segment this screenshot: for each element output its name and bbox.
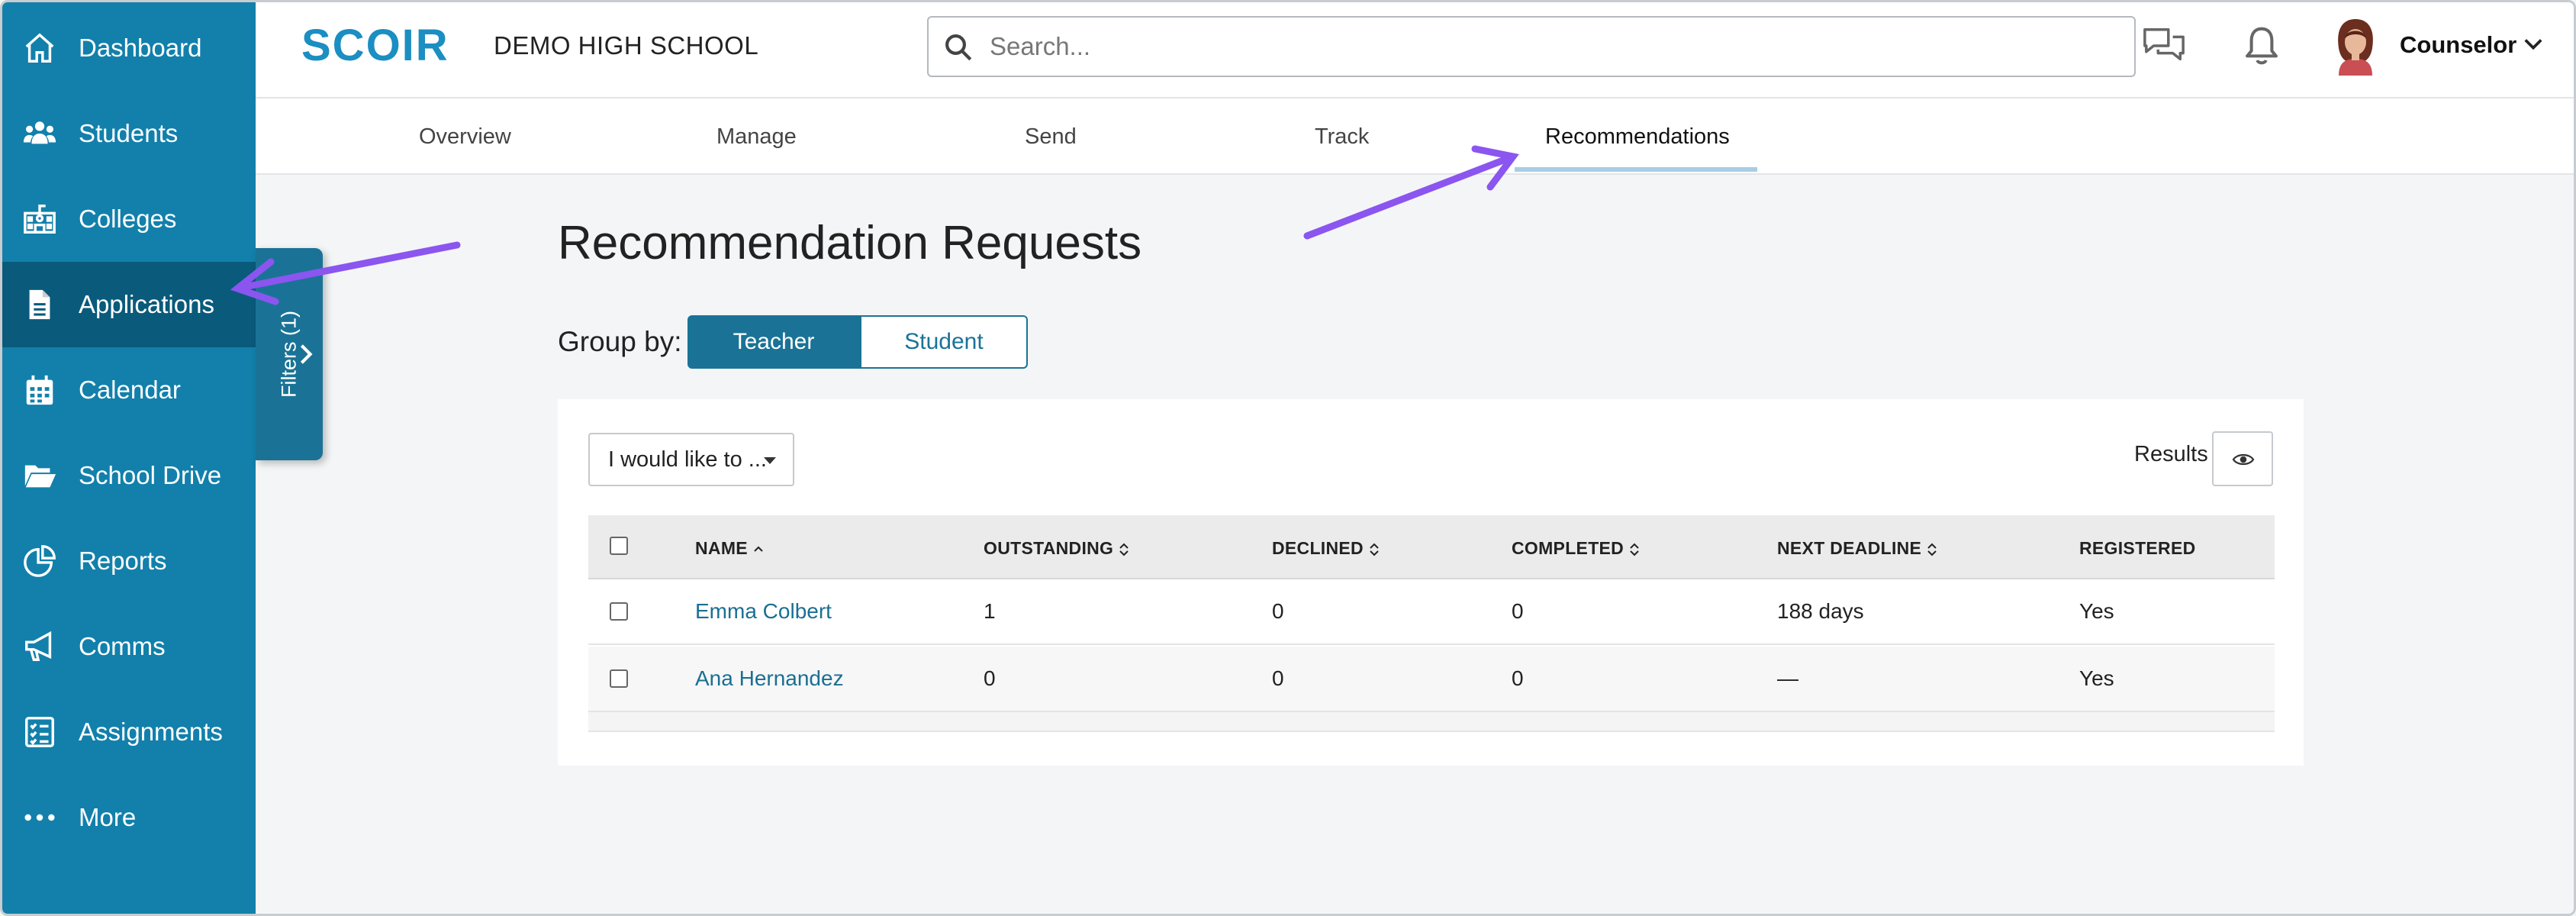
sidebar-item-school-drive[interactable]: School Drive xyxy=(2,433,256,518)
user-menu-label[interactable]: Counselor xyxy=(2400,31,2516,59)
sort-icon xyxy=(1630,543,1639,556)
tab-send[interactable]: Send xyxy=(1025,124,1077,150)
teacher-name-link[interactable]: Ana Hernandez xyxy=(695,666,844,691)
declined-value: 0 xyxy=(1272,666,1284,690)
page-title: Recommendation Requests xyxy=(558,217,1142,269)
table-row: Emma Colbert 1 0 0 188 days Yes xyxy=(588,579,2275,645)
tab-overview[interactable]: Overview xyxy=(419,124,511,150)
outstanding-value: 1 xyxy=(984,599,996,623)
avatar[interactable] xyxy=(2328,18,2383,76)
megaphone-icon xyxy=(22,629,57,664)
pie-chart-icon xyxy=(22,543,57,579)
declined-value: 0 xyxy=(1272,599,1284,623)
sidebar-item-label: Reports xyxy=(79,547,167,575)
search-box[interactable] xyxy=(927,16,2136,77)
folder-icon xyxy=(22,458,57,493)
row-checkbox[interactable] xyxy=(610,602,628,621)
school-name: DEMO HIGH SCHOOL xyxy=(494,31,759,60)
registered-value: Yes xyxy=(2079,666,2114,690)
school-icon xyxy=(22,202,57,237)
bell-icon[interactable] xyxy=(2241,24,2282,68)
sidebar-item-label: Dashboard xyxy=(79,34,202,62)
chat-icon[interactable] xyxy=(2140,24,2188,68)
teacher-name-link[interactable]: Emma Colbert xyxy=(695,599,832,624)
sidebar: Dashboard Students Colleges Applications… xyxy=(2,2,256,914)
sidebar-item-label: Comms xyxy=(79,632,166,660)
action-dropdown-label: I would like to ... xyxy=(608,447,767,472)
home-icon xyxy=(22,31,57,66)
table-footer xyxy=(588,712,2275,732)
sidebar-item-label: School Drive xyxy=(79,461,222,489)
caret-down-icon xyxy=(764,457,776,464)
column-completed[interactable]: COMPLETED xyxy=(1512,538,1641,559)
checklist-icon xyxy=(22,714,57,750)
column-next-deadline[interactable]: NEXT DEADLINE xyxy=(1777,538,1938,559)
column-name[interactable]: NAME xyxy=(695,538,765,559)
column-visibility-button[interactable] xyxy=(2212,431,2273,486)
sidebar-item-calendar[interactable]: Calendar xyxy=(2,347,256,433)
top-header: SCOIR DEMO HIGH SCHOOL Counselor xyxy=(256,2,2574,98)
chevron-down-icon[interactable] xyxy=(2523,37,2543,51)
results-card: I would like to ... Results NAME OUTSTAN… xyxy=(558,399,2304,766)
group-by-teacher-button[interactable]: Teacher xyxy=(687,315,860,369)
tab-track[interactable]: Track xyxy=(1315,124,1369,150)
select-all-checkbox[interactable] xyxy=(610,537,628,555)
ellipsis-icon xyxy=(22,800,57,835)
svg-text:SCOIR: SCOIR xyxy=(301,24,449,69)
registered-value: Yes xyxy=(2079,599,2114,623)
sidebar-item-students[interactable]: Students xyxy=(2,91,256,176)
sidebar-item-colleges[interactable]: Colleges xyxy=(2,176,256,262)
sidebar-item-label: Calendar xyxy=(79,376,181,404)
document-icon xyxy=(22,287,57,322)
sidebar-item-assignments[interactable]: Assignments xyxy=(2,689,256,775)
search-icon xyxy=(945,34,972,61)
action-dropdown[interactable]: I would like to ... xyxy=(588,433,794,486)
sidebar-item-label: Students xyxy=(79,119,179,147)
results-label: Results xyxy=(2134,442,2208,466)
tab-manage[interactable]: Manage xyxy=(716,124,797,150)
outstanding-value: 0 xyxy=(984,666,996,690)
sidebar-item-reports[interactable]: Reports xyxy=(2,518,256,604)
column-declined[interactable]: DECLINED xyxy=(1272,538,1380,559)
group-by-label: Group by: xyxy=(558,326,682,357)
sidebar-item-label: Colleges xyxy=(79,205,177,233)
sidebar-item-label: More xyxy=(79,803,137,831)
sidebar-item-comms[interactable]: Comms xyxy=(2,604,256,689)
sort-icon xyxy=(1119,543,1129,556)
sort-ascending-icon xyxy=(754,546,763,552)
sidebar-item-more[interactable]: More xyxy=(2,775,256,860)
tab-bar: Overview Manage Send Track Recommendatio… xyxy=(256,98,2574,175)
scoir-logo[interactable]: SCOIR xyxy=(301,24,457,69)
sort-icon xyxy=(1927,543,1937,556)
search-input[interactable] xyxy=(990,25,2119,68)
tab-recommendations[interactable]: Recommendations xyxy=(1545,124,1730,150)
app-window: Dashboard Students Colleges Applications… xyxy=(0,0,2576,916)
sidebar-item-label: Applications xyxy=(79,290,214,318)
column-outstanding[interactable]: OUTSTANDING xyxy=(984,538,1130,559)
table-header: NAME OUTSTANDING DECLINED COMPLETED NEXT… xyxy=(588,515,2275,579)
active-tab-indicator xyxy=(1515,167,1757,172)
column-registered: REGISTERED xyxy=(2079,538,2196,558)
filters-tab[interactable]: Filters (1) xyxy=(256,248,323,460)
completed-value: 0 xyxy=(1512,599,1524,623)
row-checkbox[interactable] xyxy=(610,669,628,688)
eye-icon xyxy=(2232,453,2255,466)
next-deadline-value: — xyxy=(1777,666,1798,690)
calendar-icon xyxy=(22,373,57,408)
completed-value: 0 xyxy=(1512,666,1524,690)
users-icon xyxy=(22,116,57,151)
chevron-right-icon xyxy=(300,344,313,364)
sidebar-item-dashboard[interactable]: Dashboard xyxy=(2,5,256,91)
sidebar-item-applications[interactable]: Applications xyxy=(2,262,256,347)
group-by-student-button[interactable]: Student xyxy=(860,315,1028,369)
table-row: Ana Hernandez 0 0 0 — Yes xyxy=(588,647,2275,712)
next-deadline-value: 188 days xyxy=(1777,599,1864,623)
sort-icon xyxy=(1370,543,1379,556)
sidebar-item-label: Assignments xyxy=(79,718,223,746)
